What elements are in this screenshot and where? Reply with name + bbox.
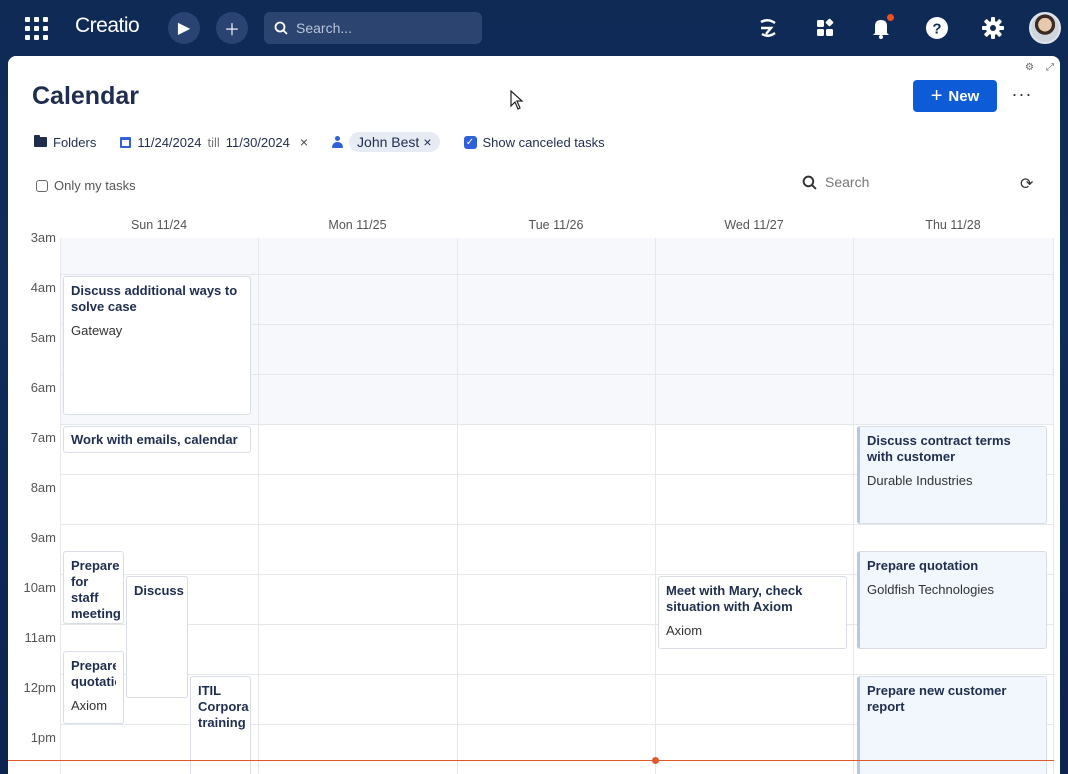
- more-actions-button[interactable]: ···: [1010, 82, 1034, 106]
- hour-label: 10am: [23, 580, 56, 595]
- calendar-event[interactable]: Meet with Mary, check situation with Axi…: [658, 576, 847, 649]
- event-title: Meet with Mary, check situation with Axi…: [666, 583, 803, 614]
- calendar-event[interactable]: Work with emails, calendar: [63, 426, 251, 453]
- calendar-event[interactable]: Discuss contract terms with customer Dur…: [857, 426, 1047, 524]
- help-icon[interactable]: ?: [923, 14, 951, 42]
- hour-label: 9am: [30, 530, 56, 545]
- event-account: Axiom: [666, 623, 703, 638]
- page-title: Calendar: [32, 82, 139, 110]
- event-title: Prepare quotatio: [71, 658, 116, 689]
- date-range-filter[interactable]: 11/24/2024 till 11/30/2024 ×: [120, 134, 308, 150]
- event-title: Prepare for staff meeting: [71, 558, 121, 621]
- plus-icon: +: [930, 85, 943, 107]
- current-time-line: [8, 760, 1054, 761]
- top-bar: Creatio ▶ ＋ ?: [0, 0, 1068, 56]
- checkbox-unchecked-icon[interactable]: [36, 179, 48, 192]
- hour-label: 7am: [30, 430, 56, 445]
- hour-label: 1pm: [30, 730, 56, 745]
- hour-label: 6am: [30, 380, 56, 395]
- day-header: Thu 11/28: [925, 218, 981, 232]
- event-title: Discuss contract terms with customer: [867, 433, 1011, 464]
- folders-label: Folders: [53, 134, 97, 150]
- event-title: Discuss additional ways to solve case: [71, 283, 238, 314]
- only-my-tasks-toggle[interactable]: Only my tasks: [36, 178, 136, 193]
- hour-label: 5am: [30, 330, 56, 345]
- global-search[interactable]: [264, 12, 482, 44]
- hour-label: 12pm: [23, 680, 56, 695]
- event-account: Gateway: [71, 323, 123, 338]
- clear-date-icon[interactable]: ×: [300, 134, 308, 150]
- calendar-event[interactable]: Prepare quotatio Axiom: [63, 651, 124, 724]
- svg-text:?: ?: [932, 21, 941, 38]
- owner-chip[interactable]: John Best ×: [349, 132, 440, 152]
- new-button-label: New: [948, 87, 980, 105]
- show-canceled-label: Show canceled tasks: [482, 134, 605, 150]
- expand-icon[interactable]: ⤢: [1046, 62, 1054, 73]
- checkbox-checked-icon[interactable]: ✓: [463, 135, 477, 149]
- event-account: Goldfish Technologies: [867, 582, 994, 597]
- day-header: Mon 11/25: [328, 218, 387, 232]
- refresh-icon[interactable]: ⟳: [1020, 174, 1033, 194]
- apps-grid-icon[interactable]: [811, 14, 839, 42]
- event-title: Work with emails, calendar: [71, 432, 238, 447]
- day-header-today: Wed 11/27: [655, 218, 853, 240]
- new-button[interactable]: + New: [913, 80, 997, 112]
- hour-label: 11am: [24, 630, 56, 645]
- time-grid: 3am 4am 5am 6am 7am 8am 9am 10am 11am 12…: [8, 230, 1060, 774]
- calendar-event[interactable]: Discuss additional ways to solve case Ga…: [63, 276, 251, 415]
- date-from: 11/24/2024: [137, 134, 202, 150]
- communication-panel-icon[interactable]: [754, 14, 782, 42]
- remove-owner-icon[interactable]: ×: [423, 134, 431, 150]
- folders-filter[interactable]: Folders: [34, 135, 96, 150]
- event-title: Prepare new customer report: [867, 683, 1007, 714]
- global-search-input[interactable]: [296, 20, 466, 36]
- calendar-event[interactable]: Discuss c: [126, 576, 188, 698]
- panel-corner-controls: ⚙ ⤢: [1025, 62, 1054, 73]
- current-time-dot: [652, 757, 659, 764]
- event-account: Axiom: [71, 698, 108, 713]
- hour-label: 4am: [30, 280, 56, 295]
- event-account: Durable Industries: [867, 473, 973, 488]
- mouse-cursor-icon: [510, 90, 524, 110]
- owner-name: John Best: [357, 134, 420, 150]
- show-canceled-toggle[interactable]: ✓ Show canceled tasks: [463, 134, 605, 150]
- week-calendar: Sun 11/24 Mon 11/25 Tue 11/26 Wed 11/27 …: [8, 214, 1060, 774]
- hour-label: 8am: [30, 480, 56, 495]
- event-title: ITIL Corpora training: [198, 683, 249, 730]
- calendar-event[interactable]: Prepare for staff meeting: [63, 551, 124, 624]
- day-header: Tue 11/26: [528, 218, 584, 232]
- user-avatar[interactable]: [1029, 12, 1061, 44]
- notification-dot: [887, 14, 894, 21]
- settings-gear-icon[interactable]: [979, 14, 1007, 42]
- notifications-bell-icon[interactable]: [867, 14, 895, 42]
- date-till-word: till: [207, 134, 220, 150]
- calendar-panel: ⚙ ⤢ Calendar + New ··· Folders 11/24/202…: [8, 56, 1060, 774]
- calendar-event[interactable]: Prepare quotation Goldfish Technologies: [857, 551, 1047, 649]
- event-title: Discuss c: [134, 583, 187, 598]
- filter-bar: Folders 11/24/2024 till 11/30/2024 × Joh…: [34, 132, 629, 152]
- calendar-search-placeholder: Search: [825, 174, 870, 190]
- hour-label: 3am: [30, 230, 56, 242]
- quick-add-button[interactable]: ＋: [216, 12, 248, 44]
- app-launcher-icon[interactable]: [22, 14, 50, 42]
- creatio-logo: Creatio: [75, 14, 140, 37]
- date-to: 11/30/2024: [225, 134, 290, 150]
- search-icon: [274, 21, 288, 35]
- event-title: Prepare quotation: [867, 558, 979, 573]
- search-icon: [802, 175, 817, 190]
- folder-icon: [34, 135, 47, 147]
- only-my-tasks-label: Only my tasks: [54, 178, 136, 193]
- calendar-icon: [120, 136, 132, 148]
- day-header: Sun 11/24: [130, 218, 188, 232]
- panel-settings-icon[interactable]: ⚙: [1025, 62, 1034, 73]
- run-process-button[interactable]: ▶: [168, 12, 200, 44]
- user-icon: [332, 136, 344, 148]
- owner-filter: John Best ×: [332, 132, 440, 152]
- calendar-search[interactable]: Search: [802, 174, 869, 190]
